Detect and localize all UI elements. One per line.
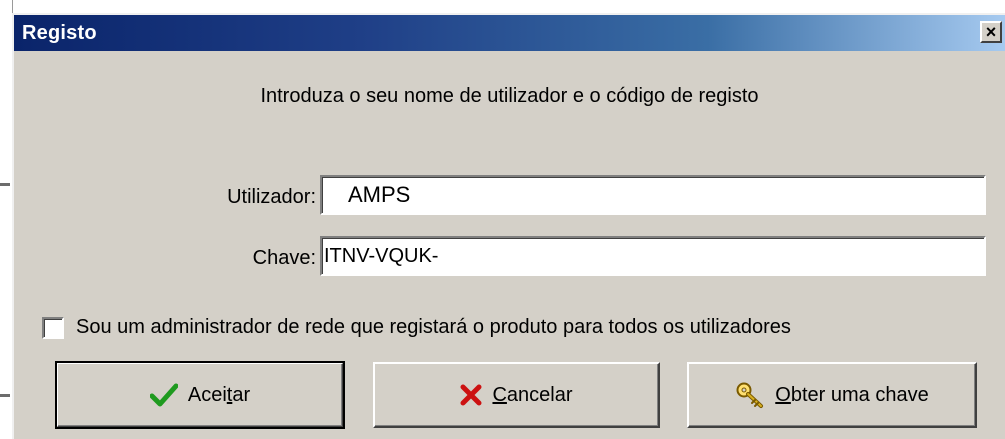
edge-mark <box>0 183 10 186</box>
accept-button[interactable]: Aceitar <box>55 361 345 429</box>
admin-checkbox[interactable] <box>42 316 64 339</box>
red-x-icon <box>460 384 482 406</box>
get-key-button[interactable]: Obter uma chave <box>687 362 977 428</box>
key-icon <box>735 381 765 409</box>
get-key-label: Obter uma chave <box>775 383 929 406</box>
cancel-label: Cancelar <box>492 383 573 406</box>
accept-label: Aceitar <box>187 383 251 406</box>
key-input[interactable]: ITNV-VQUK- <box>320 236 986 276</box>
user-input-value: AMPS <box>348 182 411 207</box>
edge-mark <box>0 394 10 397</box>
close-icon: × <box>985 22 997 42</box>
key-label: Chave: <box>252 247 316 269</box>
user-label: Utilizador: <box>227 186 316 208</box>
close-button[interactable]: × <box>980 21 1002 43</box>
window-title: Registo <box>22 21 97 44</box>
registration-dialog: Registo × Introduza o seu nome de utiliz… <box>12 13 1005 439</box>
instruction-text: Introduza o seu nome de utilizador e o c… <box>260 85 759 107</box>
title-bar[interactable]: Registo × <box>14 15 1005 51</box>
user-input[interactable]: AMPS <box>320 175 986 215</box>
cancel-button[interactable]: Cancelar <box>373 362 660 428</box>
screen: Registo × Introduza o seu nome de utiliz… <box>0 0 1005 439</box>
key-input-value: ITNV-VQUK- <box>324 244 439 267</box>
admin-checkbox-row[interactable]: Sou um administrador de rede que regista… <box>42 316 791 339</box>
checkmark-icon <box>149 383 178 407</box>
admin-checkbox-label[interactable]: Sou um administrador de rede que regista… <box>76 316 791 339</box>
